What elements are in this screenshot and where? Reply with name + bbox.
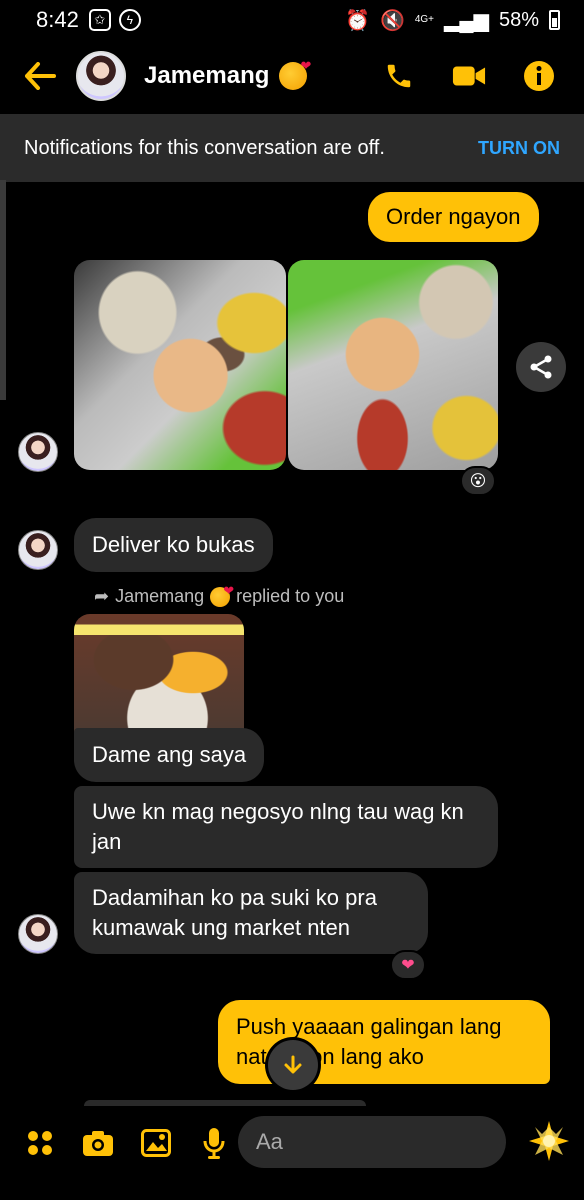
- phone-icon: [387, 64, 411, 88]
- back-arrow-icon: [25, 62, 56, 90]
- message-text: Order ngayon: [386, 204, 521, 229]
- voice-call-button[interactable]: [382, 59, 416, 93]
- contact-avatar-small[interactable]: [18, 914, 58, 954]
- message-text-line1: Push yaaaan galingan lang: [236, 1014, 502, 1039]
- video-camera-icon: [452, 66, 486, 86]
- mute-icon: 🔇: [379, 9, 405, 32]
- video-call-button[interactable]: [452, 59, 486, 93]
- app-notification-icon: ✩: [88, 9, 111, 31]
- network-type: 4G+: [414, 14, 435, 25]
- surprised-reaction-badge[interactable]: 😮: [460, 466, 496, 496]
- message-sent-order[interactable]: Order ngayon: [368, 192, 539, 242]
- camera-button[interactable]: [82, 1127, 114, 1159]
- reply-sender-name: Jamemang: [115, 586, 205, 606]
- scroll-to-bottom-button[interactable]: [268, 1040, 318, 1090]
- message-sent-push[interactable]: Push yaaaan galingan lang nat ipon lang …: [218, 1000, 550, 1084]
- partial-message-edge: [84, 1100, 366, 1106]
- message-received-uwe[interactable]: Uwe kn mag negosyo nlng tau wag kn jan: [74, 786, 498, 868]
- message-text: Dame ang saya: [92, 742, 247, 767]
- back-button[interactable]: [20, 56, 60, 96]
- info-icon: [524, 61, 554, 91]
- reply-arrow-icon: ➦: [94, 586, 110, 606]
- message-text: Dadamihan ko pa suki ko pra kumawak ung …: [92, 885, 377, 940]
- status-bar: 8:42 ✩ ϟ ⏰ 🔇 4G+ ▂▄▆ 58%: [0, 0, 584, 40]
- gallery-button[interactable]: [140, 1127, 172, 1159]
- contact-avatar[interactable]: [76, 51, 126, 101]
- received-photo-1[interactable]: [74, 260, 286, 470]
- message-composer: [238, 1116, 568, 1168]
- message-text: Deliver ko bukas: [92, 532, 255, 557]
- contact-avatar-small[interactable]: [18, 530, 58, 570]
- notifications-off-banner: Notifications for this conversation are …: [0, 114, 584, 182]
- message-text: Uwe kn mag negosyo nlng tau wag kn jan: [92, 799, 464, 854]
- reply-label: replied to you: [236, 586, 345, 606]
- info-button[interactable]: [522, 59, 556, 93]
- voice-record-button[interactable]: [198, 1127, 230, 1159]
- battery-icon: [549, 10, 560, 30]
- share-button[interactable]: [516, 342, 566, 392]
- status-time: 8:42: [36, 7, 79, 32]
- turn-on-notifications-button[interactable]: TURN ON: [478, 138, 560, 159]
- scroll-indicator: [0, 180, 6, 400]
- microphone-icon: [203, 1128, 225, 1159]
- notifications-off-text: Notifications for this conversation are …: [24, 136, 385, 159]
- arrow-down-icon: [284, 1055, 302, 1074]
- message-received-dadamihan[interactable]: Dadamihan ko pa suki ko pra kumawak ung …: [74, 872, 428, 954]
- surprised-emoji-icon: 😮: [469, 473, 487, 490]
- contact-avatar-small[interactable]: [18, 432, 58, 472]
- image-icon: [141, 1129, 171, 1157]
- more-actions-button[interactable]: [24, 1127, 56, 1159]
- received-photo-2[interactable]: [288, 260, 498, 470]
- message-received-deliver[interactable]: Deliver ko bukas: [74, 518, 273, 572]
- kiss-heart-emoji-icon: [210, 583, 234, 607]
- conversation-header: Jamemang: [0, 40, 584, 112]
- replied-photo-thumbnail[interactable]: [74, 614, 244, 744]
- signal-icon: ▂▄▆: [444, 9, 489, 32]
- kiss-heart-emoji-icon: [279, 58, 311, 90]
- camera-icon: [83, 1131, 113, 1156]
- message-received-dame[interactable]: Dame ang saya: [74, 728, 265, 782]
- battery-percent: 58%: [498, 8, 539, 31]
- share-icon: [530, 355, 552, 379]
- contact-name: Jamemang: [144, 62, 270, 89]
- heart-emoji-icon: ❤: [401, 957, 415, 974]
- heart-reaction-badge[interactable]: ❤: [390, 950, 426, 980]
- contact-title[interactable]: Jamemang: [144, 58, 311, 90]
- message-input[interactable]: [256, 1129, 544, 1155]
- grid-dots-icon: [28, 1131, 52, 1155]
- messenger-notification-icon: ϟ: [118, 9, 141, 31]
- sticker-button[interactable]: [526, 1118, 572, 1164]
- reply-indicator: ➦ Jamemang replied to you: [94, 583, 345, 607]
- message-text-line2: nat ipon lang ako: [236, 1044, 424, 1069]
- sparkle-sticker-icon: [529, 1121, 569, 1161]
- alarm-icon: ⏰: [345, 9, 370, 32]
